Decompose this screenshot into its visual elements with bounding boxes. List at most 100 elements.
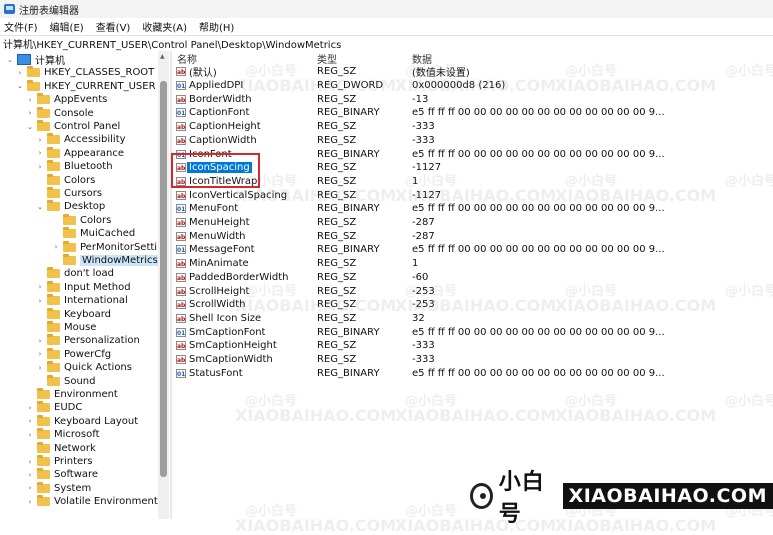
tree-item-label: Volatile Environment bbox=[54, 496, 158, 508]
tree-item[interactable]: › Microsoft bbox=[26, 428, 100, 441]
chevron-right-icon[interactable]: › bbox=[26, 458, 34, 466]
value-row[interactable]: 01 CaptionFont REG_BINARY e5 ff ff ff 00 00… bbox=[172, 106, 773, 120]
value-row[interactable]: ab IconSpacing REG_SZ -1127 bbox=[172, 161, 773, 175]
address-bar[interactable]: 计算机\HKEY_CURRENT_USER\Control Panel\Desk… bbox=[0, 35, 773, 52]
tree-item[interactable]: › HKEY_CLASSES_ROOT bbox=[16, 66, 154, 79]
menu-file[interactable]: 文件(F) bbox=[0, 19, 44, 34]
value-row[interactable]: 01 MessageFont REG_BINARY e5 ff ff ff 00 00… bbox=[172, 243, 773, 257]
menu-view[interactable]: 查看(V) bbox=[90, 19, 137, 34]
tree-item[interactable]: WindowMetrics bbox=[52, 254, 160, 267]
chevron-right-icon[interactable]: › bbox=[26, 109, 34, 117]
value-row[interactable]: 01 SmCaptionFont REG_BINARY e5 ff ff ff 00 … bbox=[172, 325, 773, 339]
value-row[interactable]: 01 StatusFont REG_BINARY e5 ff ff ff 00 00 … bbox=[172, 366, 773, 380]
tree-item[interactable]: Keyboard bbox=[36, 307, 111, 321]
value-row[interactable]: ab ScrollWidth REG_SZ -253 bbox=[172, 298, 773, 312]
tree-item[interactable]: Mouse bbox=[36, 321, 96, 334]
chevron-right-icon[interactable]: › bbox=[36, 337, 44, 345]
value-name: MenuWidth bbox=[189, 230, 246, 242]
value-row[interactable]: ab PaddedBorderWidth REG_SZ -60 bbox=[172, 271, 773, 285]
tree-scrollbar[interactable]: ▲ bbox=[158, 51, 169, 519]
chevron-right-icon[interactable]: › bbox=[36, 136, 44, 144]
chevron-down-icon[interactable]: ⌄ bbox=[36, 203, 44, 211]
value-row[interactable]: ab SmCaptionWidth REG_SZ -333 bbox=[172, 353, 773, 367]
chevron-right-icon[interactable]: › bbox=[36, 350, 44, 358]
scroll-up-icon[interactable]: ▲ bbox=[160, 53, 167, 60]
chevron-right-icon[interactable]: › bbox=[26, 471, 34, 479]
tree-item[interactable]: › System bbox=[26, 481, 91, 495]
menu-edit[interactable]: 编辑(E) bbox=[44, 19, 90, 34]
folder-icon bbox=[63, 227, 76, 239]
chevron-right-icon[interactable]: › bbox=[26, 417, 34, 425]
chevron-right-icon[interactable]: › bbox=[26, 484, 34, 492]
column-header-name[interactable]: 名称 bbox=[177, 51, 197, 66]
value-row[interactable]: ab MenuHeight REG_SZ -287 bbox=[172, 216, 773, 230]
tree-item[interactable]: Sound bbox=[36, 374, 96, 388]
tree-item[interactable]: ⌄ Control Panel bbox=[26, 120, 120, 133]
column-header-data[interactable]: 数据 bbox=[412, 51, 432, 66]
menu-favorites[interactable]: 收藏夹(A) bbox=[136, 19, 193, 34]
tree-item[interactable]: Network bbox=[26, 441, 96, 455]
value-row[interactable]: ab CaptionHeight REG_SZ -333 bbox=[172, 120, 773, 134]
value-row[interactable]: 01 AppliedDPI REG_DWORD 0x000000d8 (216) bbox=[172, 79, 773, 93]
value-row[interactable]: ab Shell Icon Size REG_SZ 32 bbox=[172, 312, 773, 326]
value-row[interactable]: 01 MenuFont REG_BINARY e5 ff ff ff 00 00 00… bbox=[172, 202, 773, 216]
tree-item[interactable]: › Input Method bbox=[36, 280, 131, 294]
chevron-down-icon[interactable]: ⌄ bbox=[16, 82, 24, 90]
value-row[interactable]: ab ScrollHeight REG_SZ -253 bbox=[172, 284, 773, 298]
value-row[interactable]: ab BorderWidth REG_SZ -13 bbox=[172, 92, 773, 106]
value-row[interactable]: ab (默认) REG_SZ (数值未设置) bbox=[172, 65, 773, 79]
tree-item[interactable]: › Keyboard Layout bbox=[26, 414, 138, 428]
chevron-right-icon[interactable]: › bbox=[16, 69, 24, 77]
address-path[interactable]: 计算机\HKEY_CURRENT_USER\Control Panel\Desk… bbox=[0, 36, 341, 51]
tree-item[interactable]: › Quick Actions bbox=[36, 361, 132, 374]
chevron-right-icon[interactable]: › bbox=[36, 149, 44, 157]
tree-item[interactable]: › International bbox=[36, 294, 128, 307]
tree-item[interactable]: Colors bbox=[52, 213, 111, 227]
tree-item[interactable]: › Volatile Environment bbox=[26, 495, 158, 508]
tree-item[interactable]: Cursors bbox=[36, 187, 102, 200]
chevron-right-icon[interactable]: › bbox=[26, 404, 34, 412]
value-row[interactable]: ab CaptionWidth REG_SZ -333 bbox=[172, 134, 773, 148]
scrollbar-thumb[interactable] bbox=[160, 81, 167, 477]
value-row[interactable]: ab MinAnimate REG_SZ 1 bbox=[172, 257, 773, 271]
chevron-right-icon[interactable]: › bbox=[52, 243, 60, 251]
tree-item[interactable]: › Bluetooth bbox=[36, 160, 113, 173]
column-header-type[interactable]: 类型 bbox=[317, 51, 337, 66]
tree-item[interactable]: don't load bbox=[36, 267, 114, 280]
value-row[interactable]: ab MenuWidth REG_SZ -287 bbox=[172, 229, 773, 243]
chevron-right-icon[interactable]: › bbox=[36, 283, 44, 291]
tree-item[interactable]: › EUDC bbox=[26, 401, 82, 414]
tree-item[interactable]: ⌄ 计算机 bbox=[6, 53, 65, 67]
menu-help[interactable]: 帮助(H) bbox=[193, 19, 240, 34]
tree-item[interactable]: › PowerCfg bbox=[36, 347, 111, 361]
value-row[interactable]: ab IconVerticalSpacing REG_SZ -1127 bbox=[172, 188, 773, 202]
value-data: e5 ff ff ff 00 00 00 00 00 00 00 00 00 0… bbox=[412, 148, 665, 160]
tree-item[interactable]: › AppEvents bbox=[26, 93, 107, 106]
chevron-right-icon[interactable]: › bbox=[26, 96, 34, 104]
tree-item[interactable]: › Accessibility bbox=[36, 133, 126, 146]
chevron-right-icon[interactable]: › bbox=[36, 163, 44, 171]
tree-item-label: HKEY_CLASSES_ROOT bbox=[44, 67, 155, 79]
chevron-down-icon[interactable]: ⌄ bbox=[6, 56, 14, 64]
tree-item[interactable]: Colors bbox=[36, 173, 95, 187]
chevron-right-icon[interactable]: › bbox=[36, 364, 44, 372]
chevron-down-icon[interactable]: ⌄ bbox=[26, 123, 34, 131]
chevron-right-icon[interactable]: › bbox=[26, 498, 34, 506]
tree-item[interactable]: ⌄ HKEY_CURRENT_USER bbox=[16, 79, 156, 93]
tree-item[interactable]: Environment bbox=[26, 388, 118, 401]
tree-item[interactable]: › PerMonitorSettin bbox=[52, 240, 163, 254]
window-title: 注册表编辑器 bbox=[19, 5, 79, 17]
chevron-right-icon[interactable]: › bbox=[26, 431, 34, 439]
chevron-right-icon[interactable]: › bbox=[36, 297, 44, 305]
value-row[interactable]: 01 IconFont REG_BINARY e5 ff ff ff 00 00 00… bbox=[172, 147, 773, 161]
value-row[interactable]: ab SmCaptionHeight REG_SZ -333 bbox=[172, 339, 773, 353]
tree-item[interactable]: › Printers bbox=[26, 455, 92, 468]
tree-item[interactable]: ⌄ Desktop bbox=[36, 200, 105, 213]
tree-item[interactable]: › Console bbox=[26, 106, 94, 120]
tree-item[interactable]: › Software bbox=[26, 468, 98, 481]
tree-item[interactable]: › Personalization bbox=[36, 334, 140, 347]
value-row[interactable]: ab IconTitleWrap REG_SZ 1 bbox=[172, 175, 773, 189]
tree-item[interactable]: MuiCached bbox=[52, 227, 135, 240]
tree-item[interactable]: › Appearance bbox=[36, 146, 124, 160]
folder-icon bbox=[37, 120, 50, 131]
